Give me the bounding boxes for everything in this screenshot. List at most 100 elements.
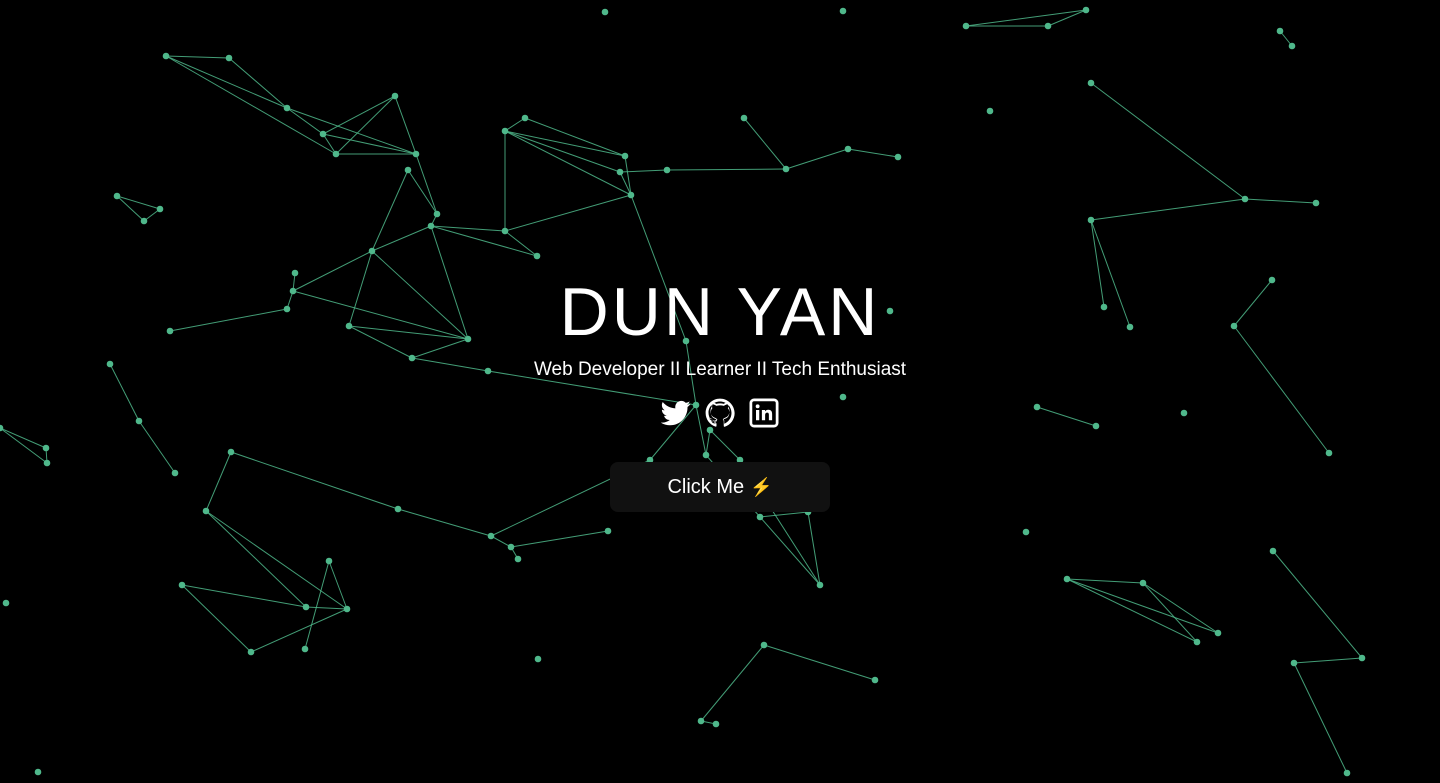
particle-dot	[740, 114, 748, 122]
particle-dot	[156, 205, 164, 213]
particle-link	[205, 510, 348, 610]
particle-dot	[712, 720, 720, 728]
github-link[interactable]	[705, 398, 735, 428]
particle-link	[1066, 578, 1198, 643]
particle-link	[322, 133, 337, 155]
particle-link	[504, 130, 632, 196]
particle-dot	[162, 52, 170, 60]
particle-link	[165, 55, 230, 59]
particle-link	[666, 168, 787, 171]
particle-link	[743, 117, 787, 170]
particle-link	[430, 225, 538, 257]
particle-dot	[533, 252, 541, 260]
particle-dot	[1343, 769, 1351, 777]
click-me-label: Click Me	[667, 475, 745, 498]
particle-dot	[404, 166, 412, 174]
particle-link	[415, 153, 438, 215]
particle-dot	[1312, 199, 1320, 207]
particle-link	[700, 644, 765, 722]
particle-link	[1090, 198, 1246, 221]
twitter-icon	[661, 400, 691, 426]
particle-dot	[487, 532, 495, 540]
social-links	[661, 398, 779, 428]
particle-dot	[343, 605, 351, 613]
particle-dot	[301, 645, 309, 653]
particle-link	[1090, 82, 1246, 200]
hero-name: DUN YAN	[559, 274, 881, 350]
particle-link	[250, 608, 348, 653]
particle-dot	[844, 145, 852, 153]
particle-dot	[604, 527, 612, 535]
particle-link	[847, 148, 899, 158]
particle-dot	[225, 54, 233, 62]
particle-link	[286, 107, 324, 135]
particle-dot	[1276, 27, 1284, 35]
particle-link	[1066, 578, 1144, 584]
particle-link	[371, 169, 409, 252]
particle-link	[524, 117, 626, 157]
particle-dot	[507, 543, 515, 551]
particle-dot	[616, 168, 624, 176]
particle-dot	[178, 581, 186, 589]
particle-dot	[1269, 547, 1277, 555]
particle-link	[504, 230, 538, 257]
particle-dot	[283, 104, 291, 112]
particle-dot	[621, 152, 629, 160]
particle-dot	[601, 8, 609, 16]
particle-link	[763, 644, 876, 681]
particle-dot	[412, 150, 420, 158]
particle-dot	[871, 676, 879, 684]
particle-link	[1293, 657, 1363, 664]
particle-dot	[1290, 659, 1298, 667]
particle-dot	[391, 92, 399, 100]
particle-link	[504, 117, 526, 132]
particle-dot	[1241, 195, 1249, 203]
linkedin-link[interactable]	[749, 398, 779, 428]
particle-link	[1142, 582, 1198, 643]
particle-dot	[1082, 6, 1090, 14]
particle-link	[165, 55, 337, 155]
particle-dot	[140, 217, 148, 225]
hero-section: DUN YAN Web Developer II Learner II Tech…	[0, 270, 1440, 512]
hero-tagline: Web Developer II Learner II Tech Enthusi…	[533, 359, 907, 380]
particle-link	[510, 530, 609, 548]
particle-dot	[319, 130, 327, 138]
particle-dot	[1193, 638, 1201, 646]
particle-link	[335, 95, 396, 155]
particle-dot	[332, 150, 340, 158]
particle-link	[305, 606, 348, 610]
particle-dot	[2, 599, 10, 607]
particle-dot	[534, 655, 542, 663]
linkedin-icon	[749, 398, 779, 428]
particle-link	[1066, 578, 1219, 634]
particle-dot	[521, 114, 529, 122]
particle-dot	[113, 192, 121, 200]
particle-dot	[782, 165, 790, 173]
particle-link	[328, 560, 348, 610]
particle-dot	[368, 247, 376, 255]
particle-dot	[894, 153, 902, 161]
particle-dot	[1087, 216, 1095, 224]
particle-dot	[501, 127, 509, 135]
particle-dot	[1063, 575, 1071, 583]
particle-dot	[1087, 79, 1095, 87]
particle-link	[490, 535, 512, 548]
particle-dot	[501, 227, 509, 235]
particle-link	[1244, 198, 1317, 204]
particle-dot	[627, 191, 635, 199]
particle-link	[165, 55, 288, 109]
twitter-link[interactable]	[661, 398, 691, 428]
particle-dot	[1358, 654, 1366, 662]
github-icon	[705, 398, 735, 427]
particle-dot	[34, 768, 42, 776]
particle-dot	[247, 648, 255, 656]
particle-dot	[839, 7, 847, 15]
click-me-button[interactable]: Click Me ⚡	[610, 462, 830, 512]
particle-link	[1293, 662, 1348, 774]
particle-dot	[986, 107, 994, 115]
particle-link	[322, 95, 396, 135]
particle-dot	[302, 603, 310, 611]
particle-dot	[1214, 629, 1222, 637]
particle-dot	[427, 222, 435, 230]
particle-dot	[433, 210, 441, 218]
